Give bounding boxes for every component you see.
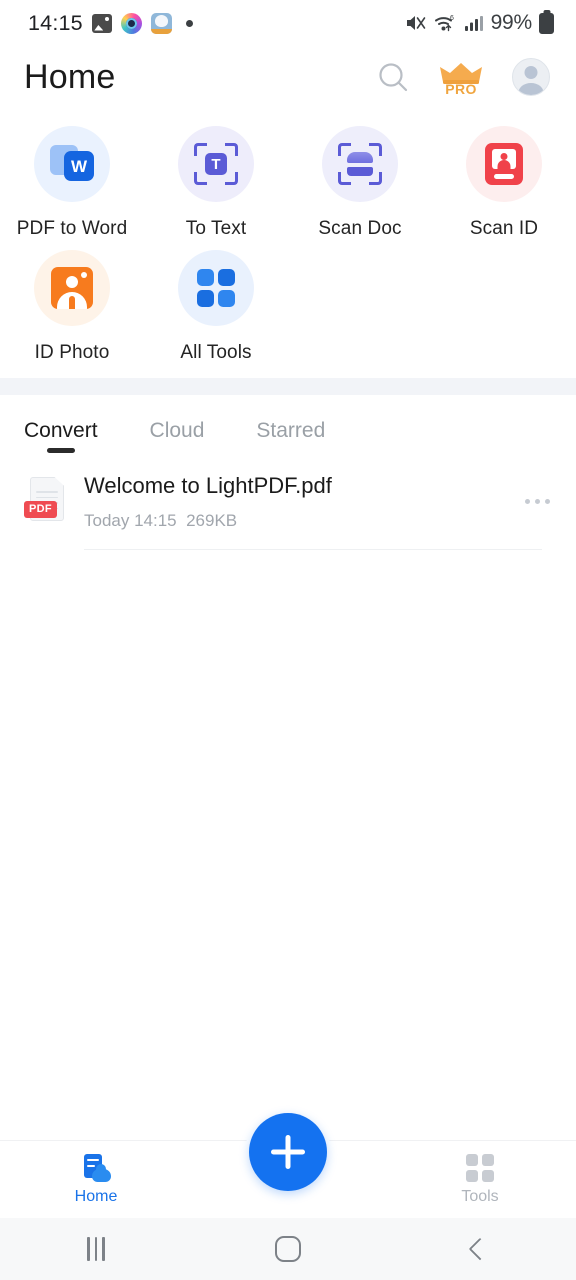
signal-icon xyxy=(464,13,484,33)
search-icon[interactable] xyxy=(376,60,410,94)
add-button[interactable] xyxy=(249,1113,327,1191)
tab-active-underline xyxy=(46,448,75,453)
status-time: 14:15 xyxy=(28,10,83,35)
pdf-to-word-icon: W xyxy=(34,126,110,202)
tool-label: ID Photo xyxy=(34,342,110,363)
wifi-icon: 6 xyxy=(434,13,457,33)
more-options-icon[interactable] xyxy=(525,499,550,504)
battery-icon xyxy=(539,12,554,34)
tool-label: To Text xyxy=(185,218,247,239)
file-name: Welcome to LightPDF.pdf xyxy=(84,473,332,498)
tab-starred[interactable]: Starred xyxy=(244,419,337,455)
text-letter: T xyxy=(205,153,227,175)
bottom-navigation: Home Tools xyxy=(0,1109,576,1218)
all-tools-icon xyxy=(178,250,254,326)
scan-id-icon xyxy=(466,126,542,202)
tool-label: PDF to Word xyxy=(16,218,128,239)
cat-app-icon xyxy=(150,12,172,34)
app-header: Home PRO xyxy=(0,46,576,108)
section-divider xyxy=(0,378,576,395)
file-details: Welcome to LightPDF.pdf Today 14:15 269K… xyxy=(70,473,552,551)
tab-cloud[interactable]: Cloud xyxy=(138,419,217,455)
camera-app-icon xyxy=(120,12,142,34)
tab-label: Starred xyxy=(256,419,326,442)
svg-text:6: 6 xyxy=(450,15,454,22)
word-letter: W xyxy=(64,151,94,181)
status-bar-left: 14:15 xyxy=(28,11,193,36)
file-meta: Today 14:15 269KB xyxy=(84,511,542,531)
recents-icon xyxy=(87,1237,105,1261)
avatar[interactable] xyxy=(512,58,550,96)
add-button-wrapper xyxy=(245,1109,331,1195)
tool-pdf-to-word[interactable]: W PDF to Word xyxy=(0,116,144,240)
gallery-icon xyxy=(91,13,112,33)
android-back-button[interactable] xyxy=(384,1237,576,1261)
tool-all-tools[interactable]: All Tools xyxy=(144,240,288,364)
back-icon xyxy=(468,1237,492,1261)
app-screen: 14:15 6 99% Home PRO W PDF to Word T To … xyxy=(0,0,576,1280)
nav-item-home[interactable]: Home xyxy=(0,1153,192,1206)
nav-label-tools: Tools xyxy=(461,1187,499,1205)
page-title: Home xyxy=(24,57,116,96)
tools-row-1: W PDF to Word T To Text Scan Doc Scan ID xyxy=(0,116,576,240)
android-recents-button[interactable] xyxy=(0,1237,192,1261)
pro-label: PRO xyxy=(445,81,477,97)
header-actions: PRO xyxy=(376,58,550,96)
status-bar-right: 6 99% xyxy=(405,11,554,35)
tools-row-2: ID Photo All Tools xyxy=(0,240,576,364)
list-item[interactable]: PDF Welcome to LightPDF.pdf Today 14:15 … xyxy=(0,455,576,551)
home-cloud-icon xyxy=(81,1153,111,1182)
android-navigation-bar xyxy=(0,1218,576,1280)
id-photo-icon xyxy=(34,250,110,326)
tools-grid-icon xyxy=(466,1153,494,1182)
tool-id-photo[interactable]: ID Photo xyxy=(0,240,144,364)
tab-label: Cloud xyxy=(149,419,205,442)
notification-dot-icon xyxy=(185,19,193,27)
status-bar: 14:15 6 99% xyxy=(0,0,576,46)
file-date: Today 14:15 xyxy=(84,511,177,531)
tab-label: Convert xyxy=(24,419,98,442)
file-tabs: Convert Cloud Starred xyxy=(0,395,576,455)
pdf-badge: PDF xyxy=(24,501,57,518)
tab-convert[interactable]: Convert xyxy=(12,419,110,455)
tool-scan-id[interactable]: Scan ID xyxy=(432,116,576,240)
tool-empty-slot xyxy=(432,240,576,364)
tool-label: Scan ID xyxy=(469,218,539,239)
tool-empty-slot xyxy=(288,240,432,364)
home-icon xyxy=(275,1236,301,1262)
nav-item-tools[interactable]: Tools xyxy=(384,1153,576,1206)
android-home-button[interactable] xyxy=(192,1236,384,1262)
nav-label-home: Home xyxy=(74,1187,118,1205)
list-separator xyxy=(84,549,542,551)
tool-scan-doc[interactable]: Scan Doc xyxy=(288,116,432,240)
mute-icon xyxy=(405,13,427,33)
file-size: 269KB xyxy=(186,511,238,531)
pdf-file-icon: PDF xyxy=(24,477,70,531)
tool-to-text[interactable]: T To Text xyxy=(144,116,288,240)
tool-label: Scan Doc xyxy=(318,218,402,239)
tool-label: All Tools xyxy=(180,342,252,363)
scan-doc-icon xyxy=(322,126,398,202)
tools-grid: W PDF to Word T To Text Scan Doc Scan ID… xyxy=(0,108,576,378)
to-text-icon: T xyxy=(178,126,254,202)
battery-percent: 99% xyxy=(490,11,533,34)
file-list: PDF Welcome to LightPDF.pdf Today 14:15 … xyxy=(0,455,576,1140)
pro-badge-button[interactable]: PRO xyxy=(438,58,484,96)
